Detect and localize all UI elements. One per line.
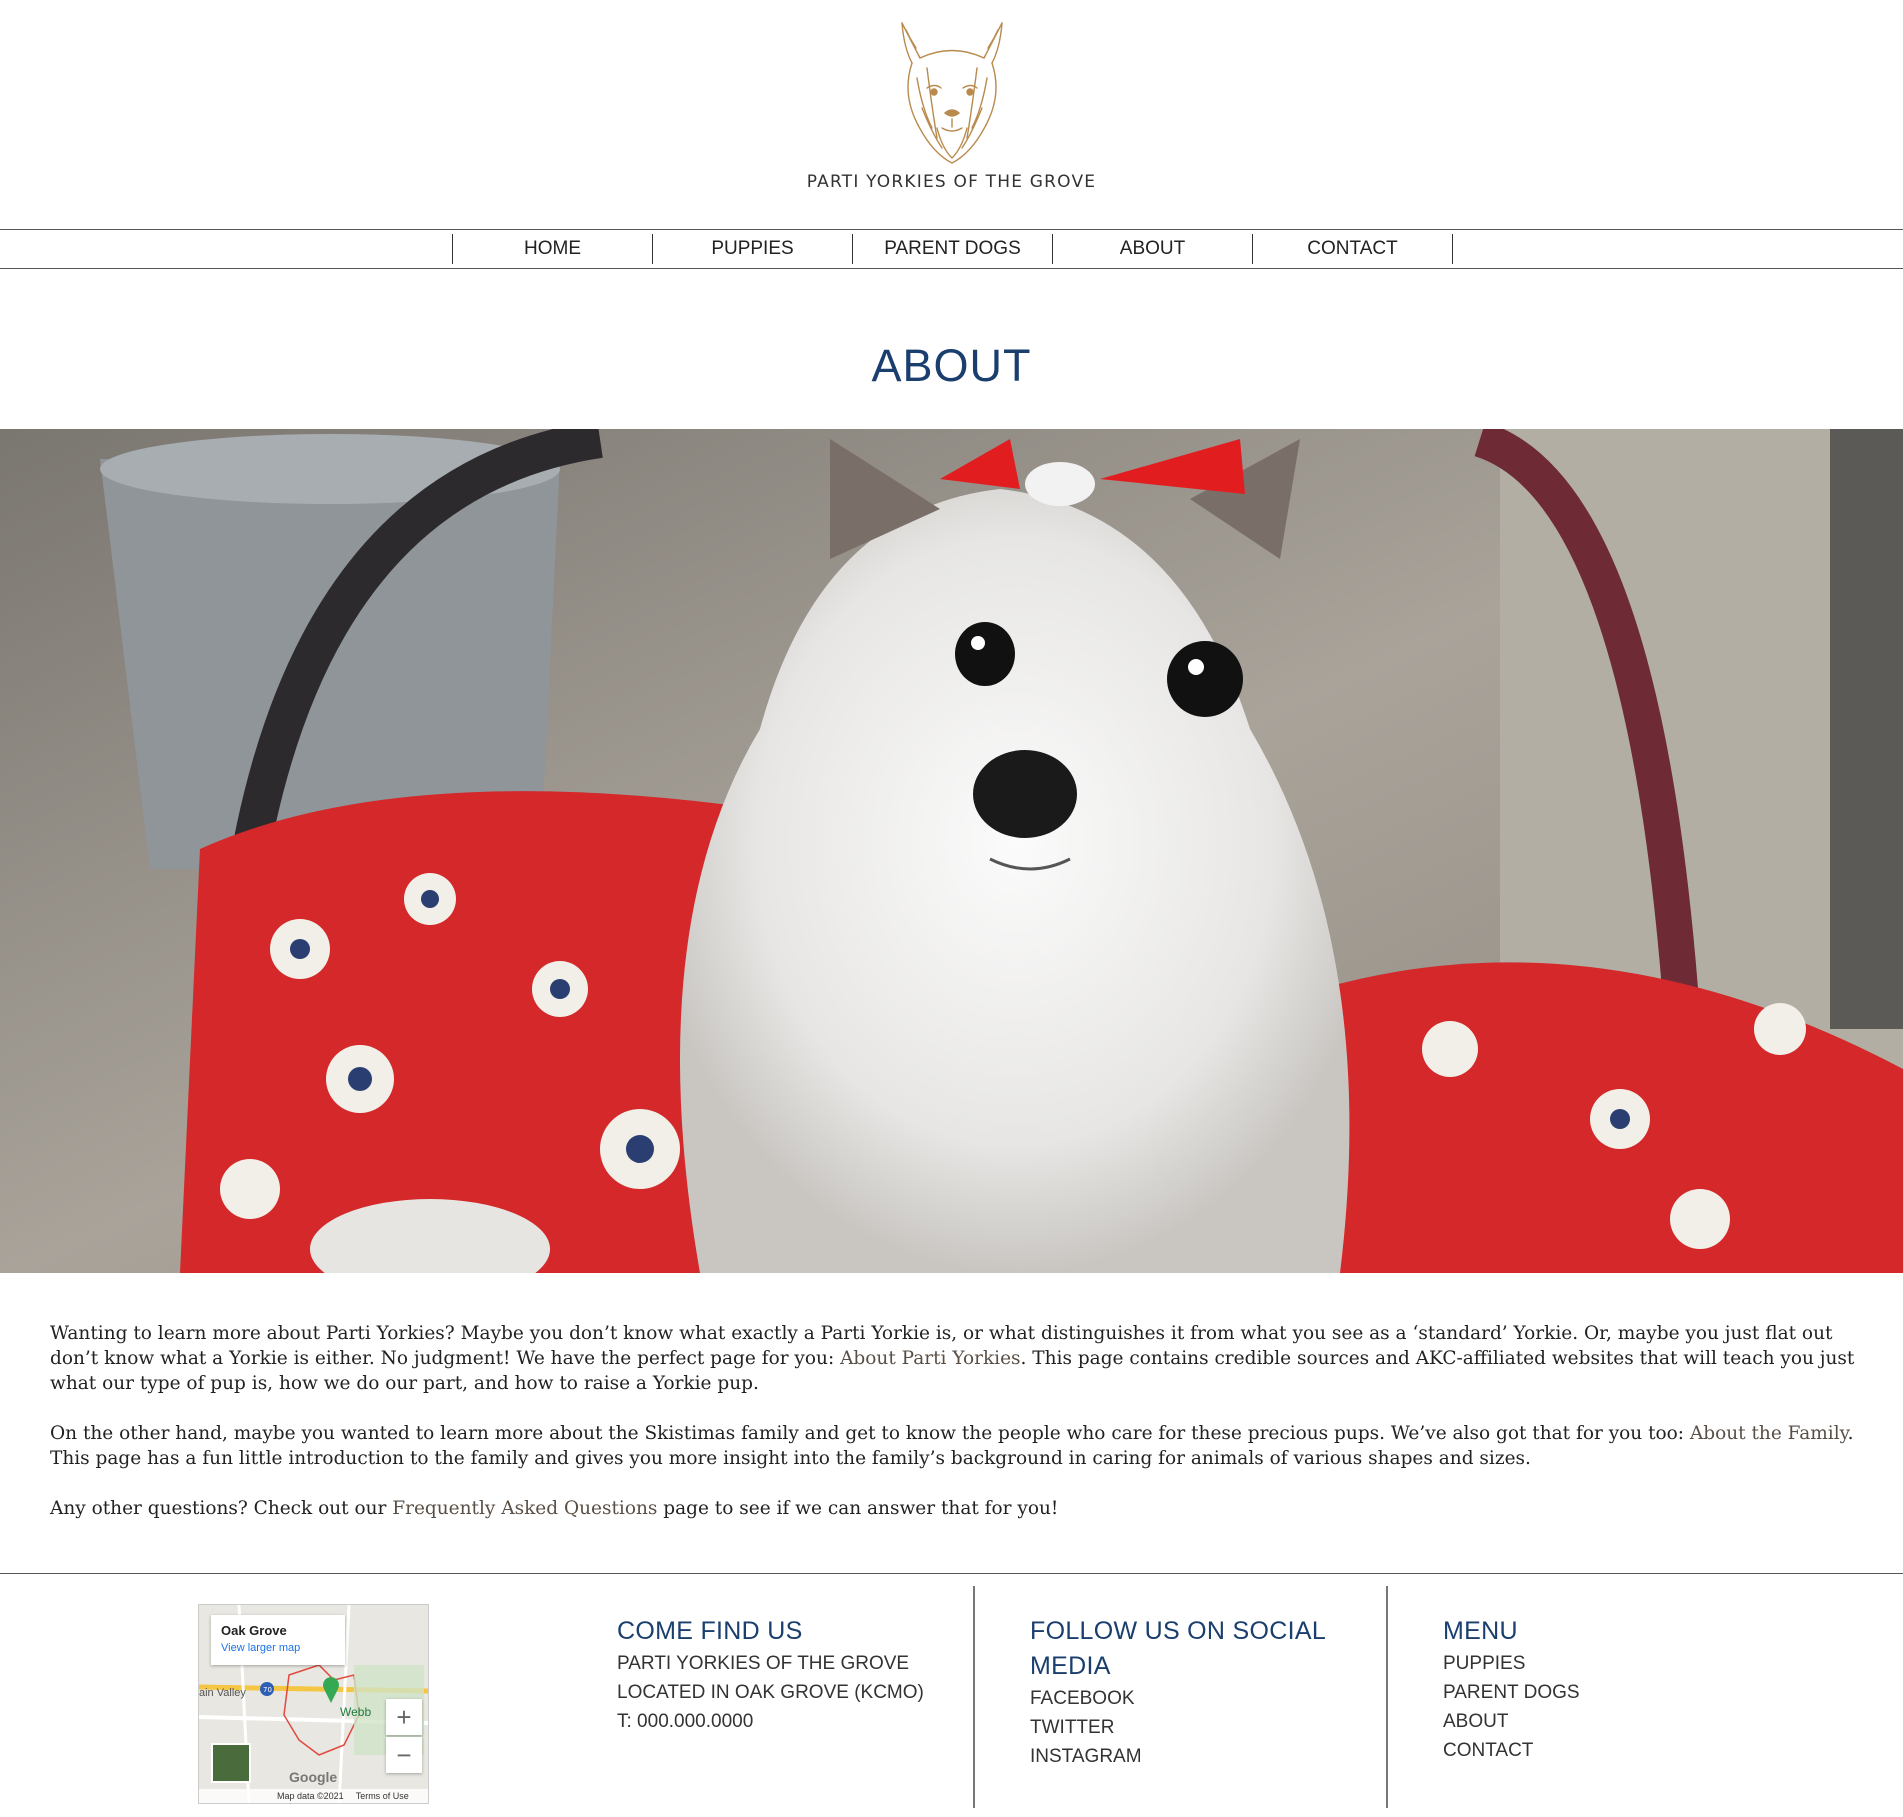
business-name: PARTI YORKIES OF THE GROVE [617, 1653, 910, 1674]
paragraph-text: Any other questions? Check out our [50, 1498, 393, 1519]
hero-dog-photo [0, 429, 1903, 1273]
map-data-note: Map data ©2021 [277, 1791, 344, 1801]
find-us-heading: COME FIND US [617, 1617, 803, 1645]
nav-item-puppies[interactable]: PUPPIES [653, 234, 853, 264]
site-footer: 70 ain Valley Webb Oak Grove View larger… [0, 1573, 1903, 1817]
facebook-link[interactable]: FACEBOOK [1030, 1684, 1330, 1713]
menu-heading: MENU [1443, 1617, 1518, 1645]
highway-label: 70 [263, 1686, 272, 1694]
footer-social: FOLLOW US ON SOCIAL MEDIA FACEBOOK TWITTE… [1030, 1614, 1330, 1771]
nav-menu: HOME PUPPIES PARENT DOGS ABOUT CONTACT [452, 234, 1453, 264]
yorkie-logo-icon[interactable] [882, 18, 1022, 168]
social-heading-line-1: FOLLOW US ON SOCIAL [1030, 1617, 1327, 1645]
map-zoom-in-button[interactable]: + [386, 1699, 422, 1735]
nav-item-home[interactable]: HOME [453, 234, 653, 264]
main-nav: HOME PUPPIES PARENT DOGS ABOUT CONTACT [0, 229, 1903, 269]
paragraph-faq: Any other questions? Check out our Frequ… [50, 1496, 1860, 1521]
map-zoom-out-button[interactable]: − [386, 1737, 422, 1773]
embedded-map[interactable]: 70 ain Valley Webb Oak Grove View larger… [198, 1604, 429, 1804]
brand-name: PARTI YORKIES OF THE GROVE [806, 172, 1097, 192]
google-logo: Google [289, 1769, 338, 1785]
map-label-valley: ain Valley [199, 1687, 246, 1699]
paragraph-text: On the other hand, maybe you wanted to l… [50, 1423, 1690, 1444]
social-heading: FOLLOW US ON SOCIAL MEDIA [1030, 1614, 1330, 1684]
paragraph-parti-yorkies: Wanting to learn more about Parti Yorkie… [50, 1321, 1860, 1396]
paragraph-family: On the other hand, maybe you wanted to l… [50, 1421, 1860, 1471]
nav-item-parent-dogs[interactable]: PARENT DOGS [853, 234, 1053, 264]
footer-divider [1386, 1586, 1388, 1808]
footer-link-parent-dogs[interactable]: PARENT DOGS [1443, 1678, 1743, 1707]
twitter-link[interactable]: TWITTER [1030, 1713, 1330, 1742]
business-location: LOCATED IN OAK GROVE (KCMO) [617, 1682, 924, 1703]
map-terms-link[interactable]: Terms of Use [356, 1791, 409, 1801]
social-heading-line-2: MEDIA [1030, 1652, 1111, 1680]
business-phone: T: 000.000.0000 [617, 1711, 754, 1732]
map-label-webb: Webb [340, 1705, 371, 1719]
nav-item-contact[interactable]: CONTACT [1253, 234, 1453, 264]
footer-link-about[interactable]: ABOUT [1443, 1707, 1743, 1736]
site-header: PARTI YORKIES OF THE GROVE [0, 0, 1903, 228]
about-the-family-link[interactable]: About the Family [1690, 1423, 1848, 1444]
about-parti-yorkies-link[interactable]: About Parti Yorkies [840, 1348, 1020, 1369]
footer-link-puppies[interactable]: PUPPIES [1443, 1649, 1743, 1678]
footer-menu: MENU PUPPIES PARENT DOGS ABOUT CONTACT [1443, 1614, 1743, 1765]
nav-item-about[interactable]: ABOUT [1053, 234, 1253, 264]
page-title: ABOUT [871, 340, 1032, 391]
paragraph-text: page to see if we can answer that for yo… [657, 1498, 1059, 1519]
footer-link-contact[interactable]: CONTACT [1443, 1736, 1743, 1765]
footer-find-us: COME FIND US PARTI YORKIES OF THE GROVE … [617, 1614, 957, 1736]
faq-link[interactable]: Frequently Asked Questions [392, 1498, 657, 1519]
satellite-toggle[interactable] [211, 1743, 251, 1783]
instagram-link[interactable]: INSTAGRAM [1030, 1742, 1330, 1771]
map-attribution: Map data ©2021 Terms of Use [199, 1789, 428, 1803]
footer-divider [973, 1586, 975, 1808]
map-place-card: Oak Grove View larger map [211, 1615, 345, 1665]
view-larger-map-link[interactable]: View larger map [221, 1642, 335, 1654]
map-place-name: Oak Grove [221, 1623, 287, 1638]
about-content: Wanting to learn more about Parti Yorkie… [50, 1321, 1860, 1546]
